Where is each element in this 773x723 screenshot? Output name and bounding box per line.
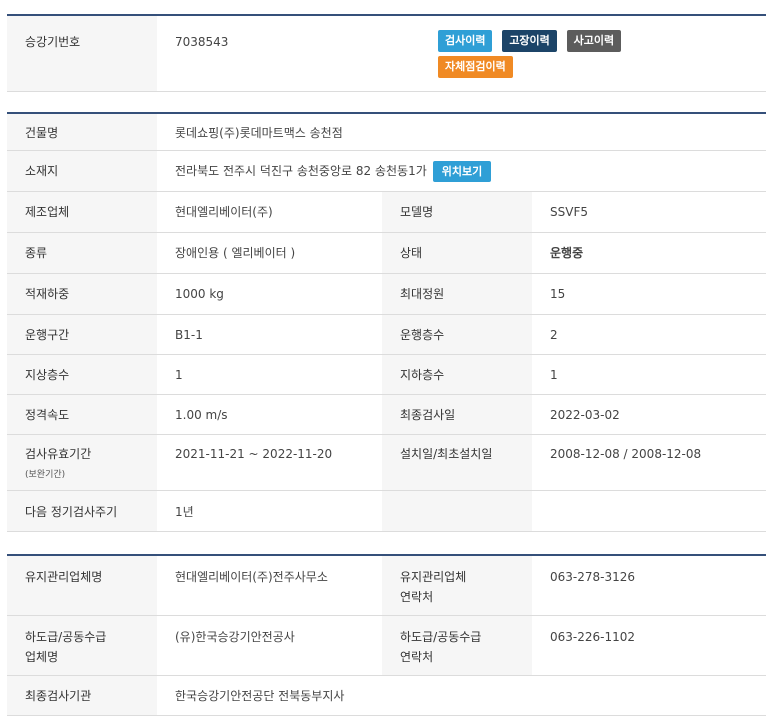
next-inspection-label: 다음 정기검사주기 [25,504,118,519]
floors-label: 운행층수 [400,327,445,342]
maintenance-company-row: 유지관리업체명 현대엘리베이터(주)전주사무소 유지관리업체 연락처 063-2… [7,555,766,616]
install-value: 2008-12-08 / 2008-12-08 [550,446,702,461]
empty-label-cell [382,490,532,532]
maintenance-company-label: 유지관리업체명 [25,570,103,584]
validity-label: 검사유효기간 [25,446,92,461]
subcontract-label-2: 업체명 [25,649,59,664]
load-value: 1000 kg [175,286,224,301]
model-value: SSVF5 [550,204,588,219]
maker-row: 제조업체 현대엘리베이터(주) 모델명 SSVF5 [7,191,767,233]
next-inspection-row: 다음 정기검사주기 1년 [7,490,767,532]
speed-value: 1.00 m/s [175,407,228,422]
maintenance-table: 유지관리업체명 현대엘리베이터(주)전주사무소 유지관리업체 연락처 063-2… [7,554,766,716]
validity-value: 2021-11-21 ~ 2022-11-20 [175,446,333,461]
fault-history-button[interactable]: 고장이력 [502,30,557,52]
below-ground-label: 지하층수 [400,367,445,382]
capacity-label: 최대정원 [400,286,445,301]
maintenance-contact-label-2: 연락처 [400,590,434,604]
load-label: 적재하중 [25,286,70,301]
address-row: 소재지 전라북도 전주시 덕진구 송천중앙로 82 송천동1가 위치보기 [7,150,767,192]
maker-label: 제조업체 [25,204,70,219]
subcontract-contact-label-1: 하도급/공동수급 [400,629,482,644]
accident-history-button[interactable]: 사고이력 [566,30,622,52]
section-label: 운행구간 [25,327,70,342]
building-value: 롯데쇼핑(주)롯데마트맥스 송천점 [175,126,343,140]
validity-sub-label: (보완기간) [25,469,66,480]
elevator-number-table: 승강기번호 7038543 검사이력 고장이력 사고이력 자체점검이력 [7,14,766,92]
subcontract-row: 하도급/공동수급 업체명 (유)한국승강기안전공사 하도급/공동수급 연락처 0… [7,615,766,676]
section-row: 운행구간 B1-1 운행층수 2 [7,314,767,355]
last-inspection-label: 최종검사일 [400,407,456,422]
maintenance-contact-value: 063-278-3126 [550,570,636,584]
capacity-value: 15 [550,286,566,301]
self-check-button-row: 자체점검이력 [438,56,766,78]
above-ground-label: 지상층수 [25,367,70,382]
below-ground-value: 1 [550,367,558,382]
subcontract-label-1: 하도급/공동수급 [25,629,107,644]
history-buttons-cell: 검사이력 고장이력 사고이력 자체점검이력 [420,15,766,92]
type-row: 종류 장애인용 ( 엘리베이터 ) 상태 운행중 [7,232,767,274]
load-row: 적재하중 1000 kg 최대정원 15 [7,273,767,315]
model-label: 모델명 [400,204,434,219]
section-value: B1-1 [175,327,203,342]
next-inspection-value: 1년 [175,504,194,519]
inspection-agency-row: 최종검사기관 한국승강기안전공단 전북동부지사 [7,675,766,716]
maintenance-contact-label-1: 유지관리업체 [400,570,467,584]
type-value: 장애인용 ( 엘리베이터 ) [175,245,296,260]
maker-value: 현대엘리베이터(주) [175,204,273,219]
speed-label: 정격속도 [25,407,70,422]
validity-row: 검사유효기간 (보완기간) 2021-11-21 ~ 2022-11-20 설치… [7,434,767,491]
speed-row: 정격속도 1.00 m/s 최종검사일 2022-03-02 [7,394,767,435]
address-label: 소재지 [25,163,59,178]
status-label: 상태 [400,245,423,260]
above-ground-row: 지상층수 1 지하층수 1 [7,354,767,395]
history-buttons: 검사이력 고장이력 사고이력 [438,30,766,52]
elevator-details-table: 건물명 롯데쇼핑(주)롯데마트맥스 송천점 소재지 전라북도 전주시 덕진구 송… [7,112,767,532]
inspection-agency-value: 한국승강기안전공단 전북동부지사 [175,688,345,703]
inspection-history-button[interactable]: 검사이력 [438,30,493,52]
elevator-number-value-cell: 7038543 [157,15,420,92]
last-inspection-value: 2022-03-02 [550,407,620,422]
subcontract-contact-label-2: 연락처 [400,649,434,664]
self-check-history-button[interactable]: 자체점검이력 [438,56,513,78]
building-label: 건물명 [25,126,59,140]
inspection-agency-label: 최종검사기관 [25,688,92,703]
type-label: 종류 [25,245,48,260]
status-value: 운행중 [550,245,584,260]
install-label: 설치일/최초설치일 [400,446,493,461]
elevator-number-row: 승강기번호 7038543 검사이력 고장이력 사고이력 자체점검이력 [7,15,766,92]
building-row: 건물명 롯데쇼핑(주)롯데마트맥스 송천점 [7,113,767,151]
subcontract-value: (유)한국승강기안전공사 [175,629,295,644]
floors-value: 2 [550,327,558,342]
empty-value-cell [532,490,767,532]
elevator-number-label: 승강기번호 [25,35,81,49]
elevator-number-value: 7038543 [175,35,229,49]
maintenance-company-value: 현대엘리베이터(주)전주사무소 [175,570,328,584]
view-location-button[interactable]: 위치보기 [432,160,492,182]
subcontract-contact-value: 063-226-1102 [550,629,636,644]
address-value: 전라북도 전주시 덕진구 송천중앙로 82 송천동1가 [175,163,427,178]
elevator-number-label-cell: 승강기번호 [7,15,157,92]
above-ground-value: 1 [175,367,183,382]
